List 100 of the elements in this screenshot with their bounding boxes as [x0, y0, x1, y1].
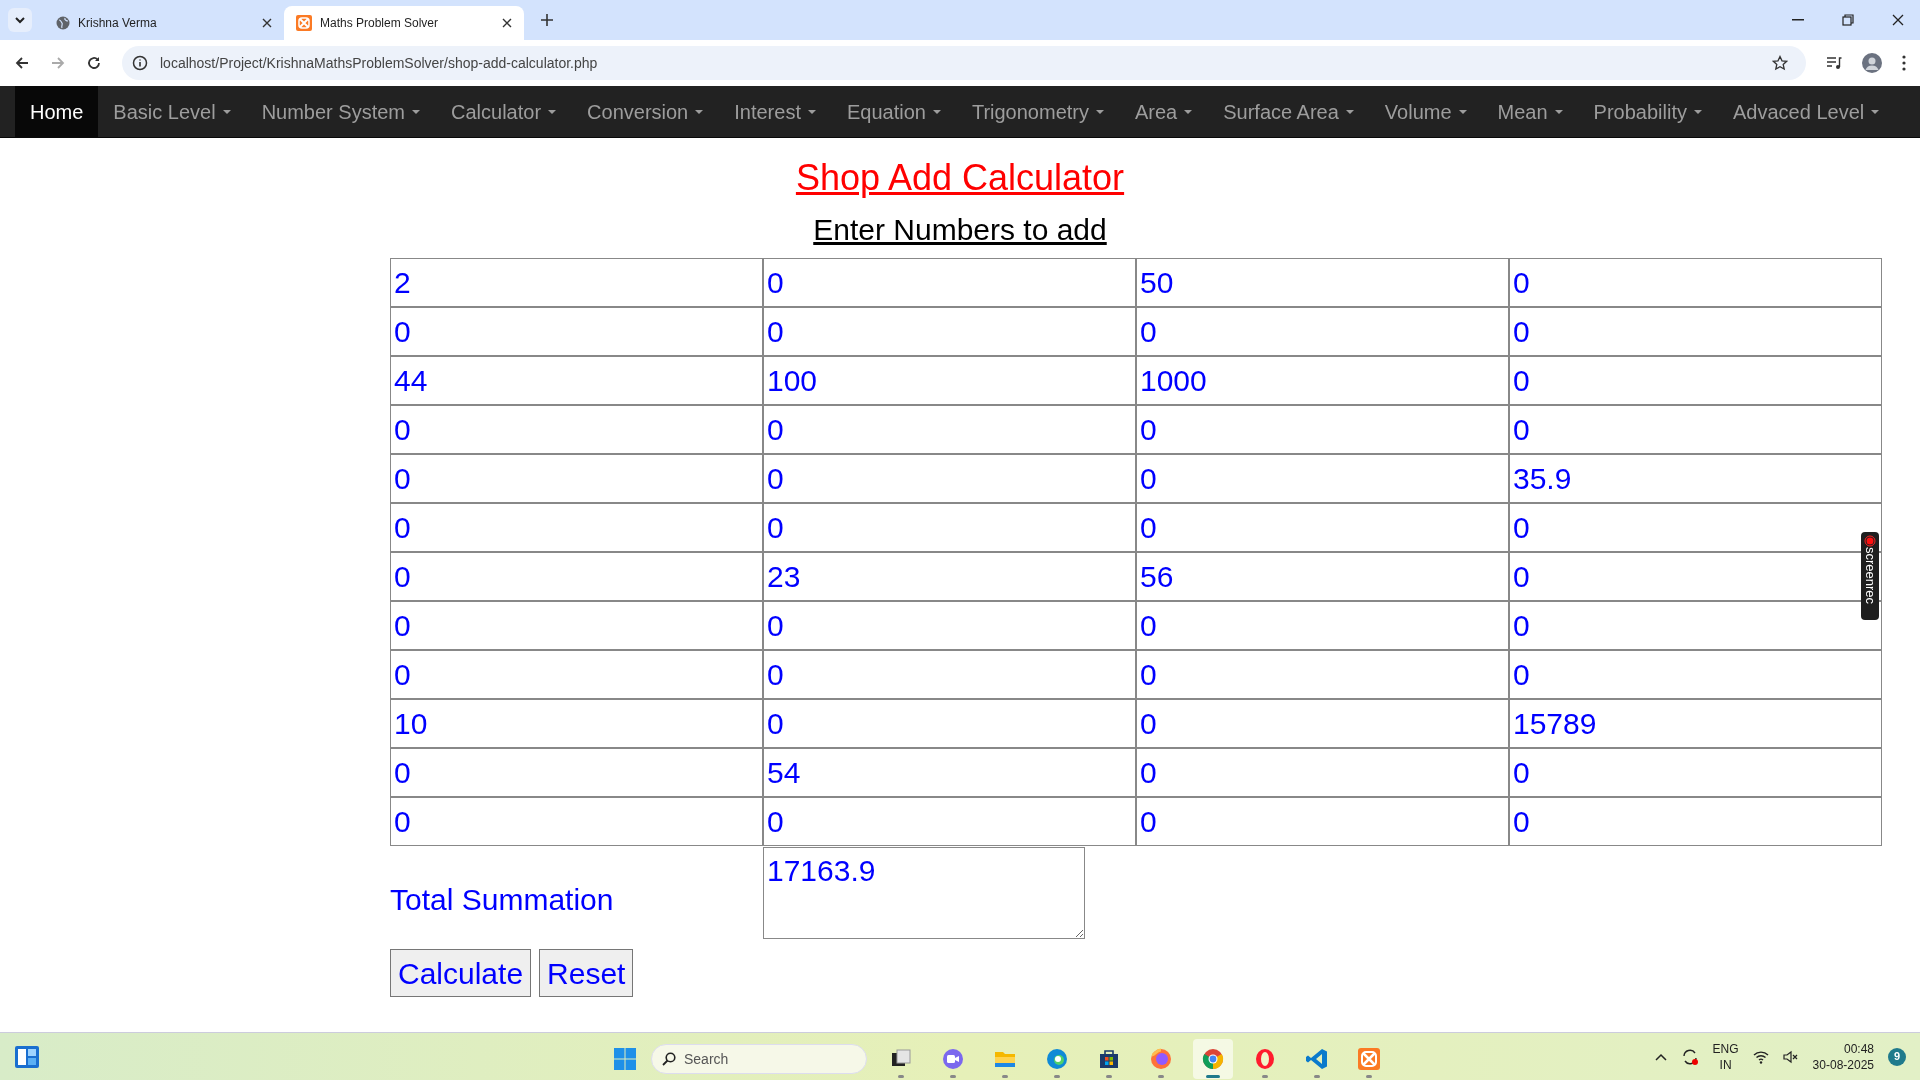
number-input-field[interactable]: 0	[390, 748, 763, 797]
number-input-field[interactable]: 0	[763, 405, 1136, 454]
clock-date[interactable]: 30-08-2025	[1812, 1056, 1874, 1073]
app-logo-icon	[296, 15, 312, 31]
number-input-field[interactable]: 1000	[1136, 356, 1509, 405]
number-input-field[interactable]: 0	[1509, 405, 1882, 454]
number-input-field[interactable]: 0	[1509, 797, 1882, 846]
tab-title: Krishna Verma	[78, 15, 158, 32]
nav-menu-item[interactable]: Equation	[831, 86, 957, 137]
number-input-field[interactable]: 0	[1136, 699, 1509, 748]
address-bar[interactable]: localhost/Project/KrishnaMathsProblemSolver/shop-add-calculator.php	[122, 46, 1806, 80]
number-input-field[interactable]: 0	[1509, 258, 1882, 307]
total-output-field[interactable]: 17163.9	[763, 847, 1085, 939]
number-input-field[interactable]: 0	[1509, 650, 1882, 699]
action-button[interactable]: Reset	[539, 949, 634, 997]
nav-menu-item[interactable]: Mean	[1482, 86, 1579, 137]
number-input-field[interactable]: 0	[1509, 356, 1882, 405]
number-input-field[interactable]: 0	[763, 258, 1136, 307]
number-input-field[interactable]: 0	[390, 601, 763, 650]
number-input-field[interactable]: 0	[1136, 748, 1509, 797]
new-tab-icon[interactable]	[540, 13, 554, 27]
nav-menu-item[interactable]: Trigonometry	[956, 86, 1120, 137]
nav-menu-item[interactable]: Calculator	[436, 86, 573, 137]
opera-icon	[1253, 1047, 1277, 1071]
number-input-field[interactable]: 23	[763, 552, 1136, 601]
avatar-icon[interactable]	[1862, 53, 1882, 73]
number-input-field[interactable]: 35.9	[1509, 454, 1882, 503]
info-icon	[132, 55, 148, 71]
browser-tab[interactable]: Maths Problem Solver	[284, 6, 524, 40]
nav-menu-item[interactable]: Probability	[1578, 86, 1718, 137]
nav-menu-item[interactable]: Interest	[719, 86, 832, 137]
speaker-muted-icon[interactable]	[1782, 1049, 1799, 1064]
sync-icon[interactable]	[1680, 1047, 1699, 1066]
region-text[interactable]: IN	[1719, 1056, 1732, 1073]
number-input-field[interactable]: 0	[763, 454, 1136, 503]
media-queue-icon[interactable]	[1826, 56, 1842, 70]
number-input-field[interactable]: 0	[1136, 797, 1509, 846]
number-input-field[interactable]: 0	[390, 650, 763, 699]
action-button[interactable]: Calculate	[390, 949, 532, 997]
nav-menu-item[interactable]: Basic Level	[98, 86, 247, 137]
close-tab-icon[interactable]	[262, 18, 272, 28]
nav-menu-item[interactable]: Surface Area	[1208, 86, 1370, 137]
number-input-field[interactable]: 0	[1509, 307, 1882, 356]
number-input-field[interactable]: 56	[1136, 552, 1509, 601]
number-input-field[interactable]: 0	[763, 699, 1136, 748]
number-input-field[interactable]: 0	[1136, 650, 1509, 699]
number-input-field[interactable]: 10	[390, 699, 763, 748]
number-input-field[interactable]: 0	[763, 650, 1136, 699]
nav-menu-item[interactable]: Area	[1120, 86, 1209, 137]
number-input-field[interactable]: 2	[390, 258, 763, 307]
nav-menu-item[interactable]: Volume	[1369, 86, 1483, 137]
number-input-field[interactable]: 44	[390, 356, 763, 405]
bookmark-star-icon[interactable]	[1772, 55, 1788, 71]
number-input-field[interactable]: 0	[390, 797, 763, 846]
widgets-icon[interactable]	[14, 1044, 40, 1069]
number-input-field[interactable]: 0	[763, 601, 1136, 650]
tab-list-button[interactable]	[8, 8, 32, 32]
number-input-field[interactable]: 0	[1136, 405, 1509, 454]
number-input-field[interactable]: 0	[1509, 748, 1882, 797]
number-input-field[interactable]: 0	[1136, 307, 1509, 356]
section-heading: Enter Numbers to add	[813, 212, 1107, 248]
number-input-field[interactable]: 0	[390, 307, 763, 356]
close-icon[interactable]	[1892, 14, 1904, 26]
chevron-down-icon	[14, 16, 26, 24]
number-input-field[interactable]: 0	[390, 552, 763, 601]
close-tab-icon[interactable]	[502, 18, 512, 28]
language-text[interactable]: ENG	[1712, 1040, 1739, 1057]
number-input-field[interactable]: 50	[1136, 258, 1509, 307]
number-input-field[interactable]: 0	[1136, 601, 1509, 650]
notification-badge[interactable]: 9	[1888, 1047, 1906, 1066]
number-input-field[interactable]: 0	[390, 454, 763, 503]
chrome-icon	[1201, 1047, 1225, 1071]
number-input-field[interactable]: 0	[763, 307, 1136, 356]
nav-menu-item[interactable]: Number System	[246, 86, 436, 137]
nav-menu-item[interactable]: Conversion	[572, 86, 720, 137]
nav-menu-item[interactable]: Home	[15, 86, 99, 137]
number-input-field[interactable]: 0	[390, 503, 763, 552]
restore-icon[interactable]	[1842, 14, 1854, 26]
menu-icon[interactable]	[1902, 55, 1906, 71]
chevron-up-icon[interactable]	[1654, 1052, 1667, 1061]
clock-time[interactable]: 00:48	[1843, 1040, 1874, 1057]
wifi-icon[interactable]	[1752, 1049, 1769, 1064]
start-icon[interactable]	[613, 1047, 637, 1071]
number-input-field[interactable]: 0	[763, 503, 1136, 552]
minimize-icon[interactable]	[1792, 19, 1804, 21]
number-input-field[interactable]: 0	[1136, 454, 1509, 503]
number-input-field[interactable]: 0	[763, 797, 1136, 846]
number-input-field[interactable]: 15789	[1509, 699, 1882, 748]
reload-icon[interactable]	[86, 55, 102, 71]
taskbar-search-field[interactable]: Search	[651, 1044, 867, 1074]
screenrec-widget[interactable]: screenrec	[1861, 532, 1879, 620]
back-icon[interactable]	[14, 55, 30, 71]
tab-title: Maths Problem Solver	[320, 15, 440, 32]
number-input-field[interactable]: 0	[1136, 503, 1509, 552]
number-input-field[interactable]: 54	[763, 748, 1136, 797]
nav-menu-item[interactable]: Advaced Level	[1718, 86, 1896, 137]
browser-tab[interactable]: Krishna Verma	[44, 6, 284, 40]
search-placeholder: Search	[684, 1049, 729, 1069]
number-input-field[interactable]: 0	[390, 405, 763, 454]
number-input-field[interactable]: 100	[763, 356, 1136, 405]
